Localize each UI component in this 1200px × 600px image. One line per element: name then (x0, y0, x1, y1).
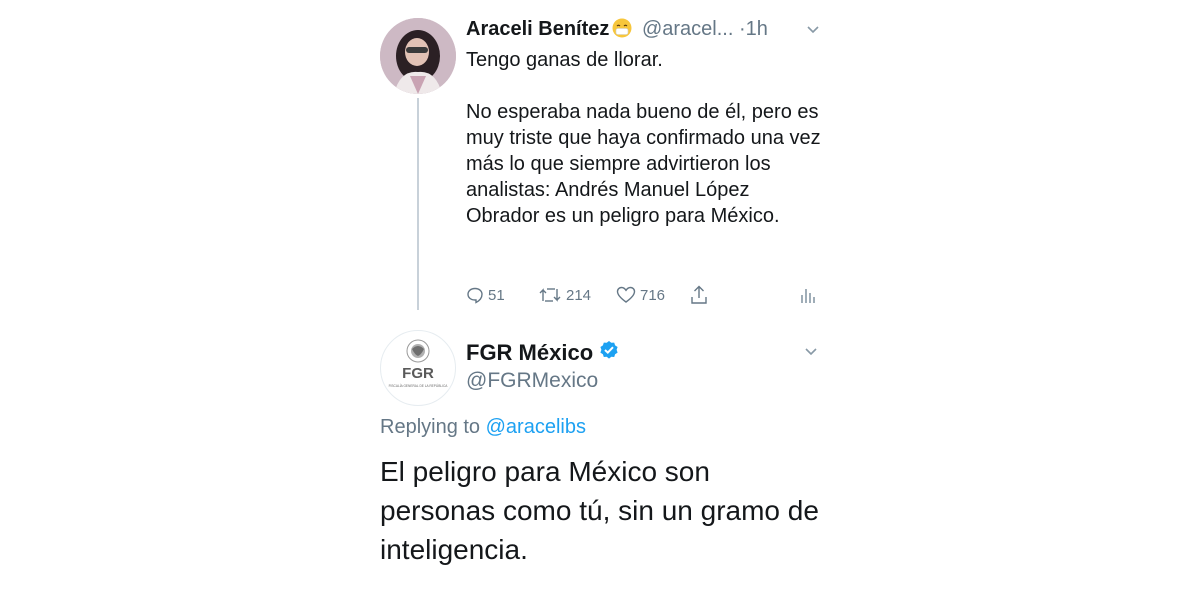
reply-count: 51 (488, 286, 505, 304)
like-count: 716 (640, 286, 666, 304)
like-button[interactable]: 716 (616, 282, 665, 308)
share-button[interactable] (690, 282, 708, 308)
analytics-button[interactable] (800, 282, 816, 308)
tweet-text: Tengo ganas de llorar. No esperaba nada … (466, 47, 826, 229)
display-name[interactable]: Araceli Benítez (466, 18, 609, 40)
logo-text: FGR (402, 365, 434, 382)
user-handle[interactable]: @aracel... (642, 18, 733, 40)
tweet-header: Araceli Benítez @aracel... ·1h (466, 18, 826, 46)
analytics-icon (800, 286, 816, 304)
replying-label: Replying to (380, 416, 481, 438)
logo-subtext: FISCALÍA GENERAL DE LA REPÚBLICA (389, 383, 449, 388)
avatar[interactable] (380, 18, 456, 94)
user-handle[interactable]: @FGRMexico (466, 369, 598, 393)
replying-to: Replying to @aracelibs (380, 416, 586, 439)
tweet-actions: 51 214 716 (466, 282, 826, 308)
timestamp[interactable]: 1h (746, 18, 768, 40)
share-icon (690, 285, 708, 305)
retweet-icon (538, 286, 562, 304)
fgr-logo: FGR FISCALÍA GENERAL DE LA REPÚBLICA (389, 339, 449, 388)
reply-button[interactable]: 51 (466, 282, 505, 308)
separator-dot: · (738, 18, 746, 40)
verified-badge-icon (599, 340, 619, 366)
tweet-paragraph: Tengo ganas de llorar. (466, 49, 663, 71)
avatar-photo (380, 18, 456, 94)
chevron-down-icon[interactable] (804, 344, 818, 362)
retweet-button[interactable]: 214 (538, 282, 591, 308)
reply-icon (466, 286, 484, 304)
display-name[interactable]: FGR México (466, 340, 619, 366)
tweet-text: El peligro para México son personas como… (380, 456, 819, 565)
avatar[interactable]: FGR FISCALÍA GENERAL DE LA REPÚBLICA (380, 330, 456, 406)
heart-icon (616, 286, 636, 304)
tweet-paragraph: No esperaba nada bueno de él, pero es mu… (466, 101, 821, 227)
face-with-medical-mask-icon (612, 18, 632, 44)
display-name-text: FGR México (466, 340, 594, 365)
replying-to-link[interactable]: @aracelibs (486, 416, 586, 438)
retweet-count: 214 (566, 286, 592, 304)
thread-connector-line (417, 98, 419, 310)
chevron-down-icon[interactable] (806, 22, 820, 40)
tweet-thread: Araceli Benítez @aracel... ·1h Tengo gan… (380, 0, 830, 600)
